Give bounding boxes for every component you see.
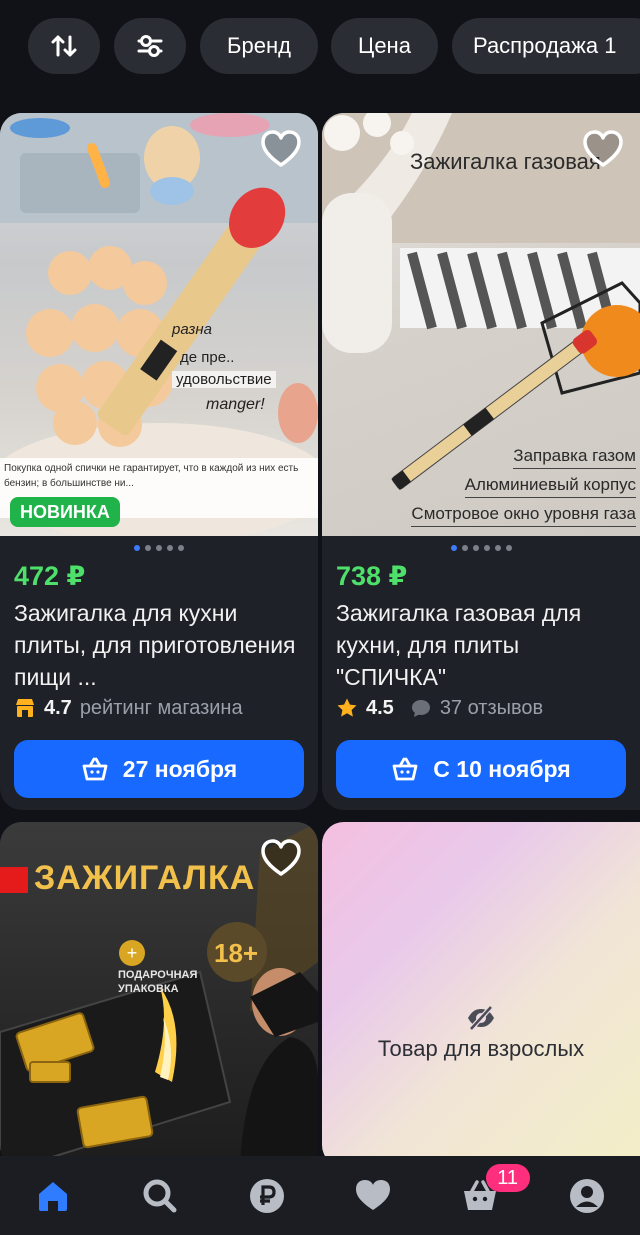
rating-value: 4.7: [44, 696, 72, 719]
nav-search[interactable]: [107, 1156, 214, 1235]
pagination-dot: [167, 545, 173, 551]
nav-profile[interactable]: [533, 1156, 640, 1235]
delivery-date: С 10 ноября: [433, 755, 571, 782]
product-price: 472 ₽: [14, 561, 86, 591]
product-image[interactable]: разна де пре.. удовольствие manger! Поку…: [0, 113, 318, 536]
basket-icon: [392, 757, 418, 781]
image-pagination: [0, 545, 318, 551]
image-feature: Алюминиевый корпус: [464, 475, 636, 498]
basket-icon: [82, 757, 108, 781]
favorite-heart-icon[interactable]: [260, 129, 302, 169]
add-to-cart-button[interactable]: С 10 ноября: [336, 740, 626, 798]
product-title[interactable]: Зажигалка для кухни плиты, для приготовл…: [14, 597, 304, 693]
pagination-dot: [472, 545, 479, 551]
pagination-dot: [145, 545, 151, 551]
svg-text:+: +: [127, 943, 138, 963]
pagination-dot: [494, 545, 501, 551]
new-badge: НОВИНКА: [10, 497, 120, 527]
home-icon: [39, 1181, 68, 1211]
cart-count-badge: 11: [485, 1164, 530, 1192]
shop-icon: [16, 699, 34, 717]
chip-price[interactable]: Цена: [331, 18, 438, 74]
pagination-dot: [505, 545, 512, 551]
adult-warning: Товар для взрослых: [377, 1036, 585, 1061]
favorite-heart-icon[interactable]: [582, 129, 624, 169]
gift-label: ПОДАРОЧНАЯ УПАКОВКА: [118, 969, 198, 995]
product-image[interactable]: + ЗАЖИГАЛКА 18+ ПОДАРОЧНАЯ УПАКОВКА: [0, 822, 318, 1167]
sliders-icon: [137, 35, 163, 57]
product-price: 738 ₽: [336, 561, 408, 591]
image-caption: manger!: [206, 396, 265, 413]
sort-arrows-icon: [51, 35, 77, 57]
hidden-product-image[interactable]: Товар для взрослых: [322, 822, 640, 1167]
filter-bar: Бренд Цена Распродажа 1: [0, 0, 640, 104]
sort-button[interactable]: [28, 18, 100, 74]
image-title: Зажигалка газовая: [410, 149, 601, 174]
chip-brand[interactable]: Бренд: [200, 18, 318, 74]
adult-product-card[interactable]: Товар для взрослых: [322, 822, 640, 1167]
delivery-date: 27 ноября: [122, 755, 238, 782]
product-card[interactable]: разна де пре.. удовольствие manger! Поку…: [0, 113, 318, 810]
comment-icon: [411, 700, 430, 717]
hidden-eye-icon: [468, 1005, 494, 1031]
pagination-dot: [483, 545, 490, 551]
rating-value: 4.5: [366, 696, 394, 719]
shop-rating: 4.7 рейтинг магазина: [14, 695, 243, 721]
profile-icon: [569, 1178, 604, 1213]
rating-label: рейтинг магазина: [79, 696, 243, 719]
chip-sale[interactable]: Распродажа 1: [452, 18, 640, 74]
product-card[interactable]: Зажигалка газовая Заправка газом Алюмини…: [322, 113, 640, 810]
pagination-dot: [450, 545, 457, 551]
heart-icon: [356, 1179, 391, 1210]
bottom-navigation: 11: [0, 1156, 640, 1235]
image-pagination: [322, 545, 640, 551]
search-icon: [143, 1179, 177, 1212]
reviews-count[interactable]: 37 отзывов: [440, 697, 543, 720]
nav-favorites[interactable]: [320, 1156, 427, 1235]
pagination-dot: [178, 545, 184, 551]
pagination-dot: [461, 545, 468, 551]
star-icon: [337, 698, 357, 717]
image-caption: де пре..: [180, 349, 235, 366]
image-caption: удовольствие: [172, 371, 276, 388]
pagination-dot: [156, 545, 162, 551]
image-caption: разна: [172, 321, 212, 338]
nav-home[interactable]: [0, 1156, 107, 1235]
image-banner: ЗАЖИГАЛКА: [34, 859, 256, 897]
filters-button[interactable]: [114, 18, 186, 74]
nav-payments[interactable]: [213, 1156, 320, 1235]
age-label: 18+: [214, 938, 259, 968]
add-to-cart-button[interactable]: 27 ноября: [14, 740, 304, 798]
image-feature: Заправка газом: [513, 446, 636, 469]
favorite-heart-icon[interactable]: [260, 838, 302, 878]
product-title[interactable]: Зажигалка газовая для кухни, для плиты "…: [336, 597, 626, 693]
nav-cart[interactable]: 11: [427, 1156, 534, 1235]
pagination-dot: [134, 545, 140, 551]
product-rating: 4.5 37 отзывов: [336, 695, 543, 721]
image-feature-list: Заправка газом Алюминиевый корпус Смотро…: [411, 446, 636, 527]
product-card[interactable]: + ЗАЖИГАЛКА 18+ ПОДАРОЧНАЯ УПАКОВКА: [0, 822, 318, 1167]
ruble-icon: [249, 1178, 284, 1213]
image-feature: Смотровое окно уровня газа: [411, 504, 636, 527]
product-image[interactable]: Зажигалка газовая Заправка газом Алюмини…: [322, 113, 640, 536]
